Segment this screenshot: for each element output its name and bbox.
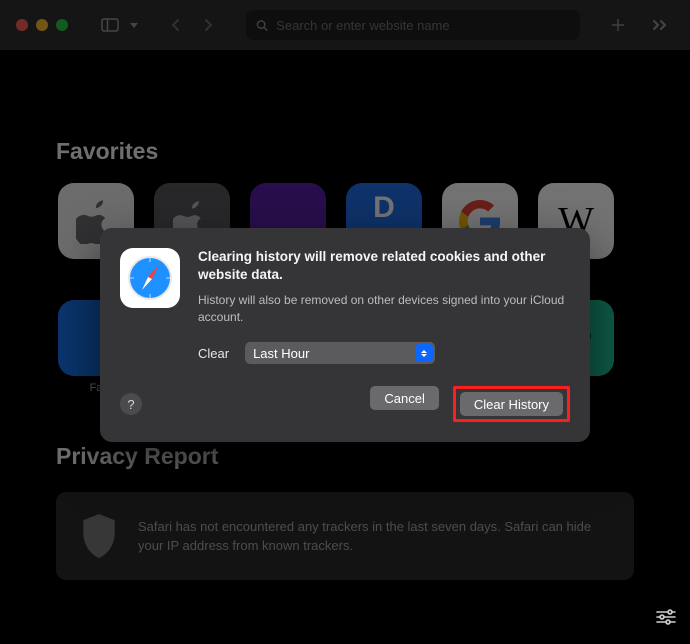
new-tab-button[interactable] (604, 11, 632, 39)
sidebar-menu-button[interactable] (126, 11, 142, 39)
clear-history-highlight: Clear History (453, 386, 570, 422)
sidebar-toggle-button[interactable] (96, 11, 124, 39)
clear-history-dialog: Clearing history will remove related coo… (100, 228, 590, 442)
select-stepper-icon (415, 344, 433, 362)
privacy-report-text: Safari has not encountered any trackers … (138, 517, 610, 556)
clear-history-button[interactable]: Clear History (460, 392, 563, 416)
plus-icon (611, 18, 625, 32)
privacy-report-card[interactable]: Safari has not encountered any trackers … (56, 492, 634, 580)
address-bar[interactable] (246, 10, 580, 40)
chevron-down-icon (130, 23, 138, 28)
favorites-heading: Favorites (56, 138, 634, 165)
toolbar-overflow-button[interactable] (646, 11, 674, 39)
safari-app-icon (120, 248, 180, 308)
page-settings-button[interactable] (656, 609, 676, 630)
clear-label: Clear (198, 346, 229, 361)
privacy-report-heading: Privacy Report (56, 443, 634, 470)
help-button[interactable]: ? (120, 393, 142, 415)
window-minimize-button[interactable] (36, 19, 48, 31)
dialog-subtitle: History will also be removed on other de… (198, 292, 570, 326)
sidebar-icon (101, 18, 119, 32)
back-button[interactable] (162, 11, 190, 39)
compass-icon (126, 254, 174, 302)
sliders-icon (656, 609, 676, 625)
select-value: Last Hour (253, 346, 309, 361)
forward-button[interactable] (194, 11, 222, 39)
search-input[interactable] (276, 18, 570, 33)
window-close-button[interactable] (16, 19, 28, 31)
clear-range-select[interactable]: Last Hour (245, 342, 435, 364)
window-zoom-button[interactable] (56, 19, 68, 31)
search-icon (256, 19, 268, 32)
dialog-title: Clearing history will remove related coo… (198, 248, 570, 284)
chevron-right-icon (203, 18, 213, 32)
cancel-button[interactable]: Cancel (370, 386, 438, 410)
shield-icon (80, 514, 118, 558)
chevrons-right-icon (652, 18, 668, 32)
chevron-left-icon (171, 18, 181, 32)
